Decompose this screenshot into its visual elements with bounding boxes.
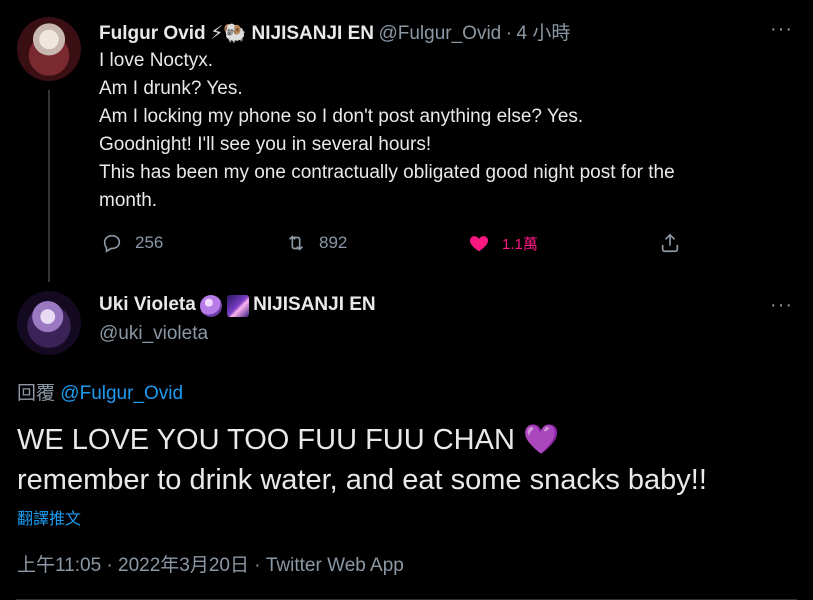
reply-icon xyxy=(103,234,121,253)
tweet1-line: month. xyxy=(99,190,158,211)
milky-way-icon xyxy=(226,294,249,317)
tweet2-more-button[interactable]: ··· xyxy=(770,294,793,317)
tweet1-header: Fulgur Ovid ⚡🐏 NIJISANJI EN @Fulgur_Ovid… xyxy=(99,18,570,45)
retweet-icon xyxy=(288,235,304,251)
tweet1-line: Am I drunk? Yes. xyxy=(99,78,243,99)
retweet-button[interactable]: 892 xyxy=(285,232,347,254)
tweet2-display-name[interactable]: Uki Violeta xyxy=(99,294,196,315)
avatar-uki[interactable] xyxy=(17,291,81,355)
crystal-ball-icon xyxy=(200,294,223,317)
tweet2-line1: WE LOVE YOU TOO FUU FUU CHAN 💜 xyxy=(17,420,707,460)
retweet-count: 892 xyxy=(319,233,348,252)
tweet1-line: Am I locking my phone so I don't post an… xyxy=(99,106,584,127)
tweet1-body: I love Noctyx. Am I drunk? Yes. Am I loc… xyxy=(99,47,789,215)
replying-to-handle[interactable]: @Fulgur_Ovid xyxy=(60,383,183,404)
tweet1-display-name[interactable]: Fulgur Ovid xyxy=(99,23,206,44)
replying-to: 回覆 @Fulgur_Ovid xyxy=(17,378,183,405)
tweet2-body: WE LOVE YOU TOO FUU FUU CHAN 💜 remember … xyxy=(17,420,707,500)
tweet1-affiliation: NIJISANJI EN xyxy=(251,23,374,44)
tweet1-separator: · xyxy=(505,23,513,44)
tweet2-handle[interactable]: @uki_violeta xyxy=(99,323,208,345)
tweet1-line: I love Noctyx. xyxy=(99,50,214,71)
tweet1-handle[interactable]: @Fulgur_Ovid xyxy=(378,23,501,44)
tweet2-timestamp[interactable]: 上午11:05 · 2022年3月20日 · Twitter Web App xyxy=(17,550,404,577)
avatar-fulgur[interactable] xyxy=(17,17,81,81)
tweet2-line1-text: WE LOVE YOU TOO FUU FUU CHAN xyxy=(17,424,515,456)
tweet1-line: This has been my one contractually oblig… xyxy=(99,162,675,183)
tweet1-more-button[interactable]: ··· xyxy=(770,18,793,41)
tweet2-line2: remember to drink water, and eat some sn… xyxy=(17,464,707,496)
like-count: 1.1萬 xyxy=(502,235,538,253)
reply-count: 256 xyxy=(135,233,164,252)
heart-filled-icon xyxy=(469,236,489,252)
like-button[interactable]: 1.1萬 xyxy=(468,232,538,254)
tweet1-badge-emoji: ⚡🐏 xyxy=(210,23,248,44)
replying-to-prefix: 回覆 xyxy=(17,383,56,404)
tweet2-header: Uki Violeta NIJISANJI EN xyxy=(99,294,376,317)
tweet1-time[interactable]: 4 小時 xyxy=(516,23,570,44)
share-icon xyxy=(661,233,679,253)
reply-button[interactable]: 256 xyxy=(101,232,163,254)
thread-connector-line xyxy=(48,90,50,282)
tweet1-line: Goodnight! I'll see you in several hours… xyxy=(99,134,432,155)
tweet2-affiliation: NIJISANJI EN xyxy=(253,294,376,315)
translate-tweet-link[interactable]: 翻譯推文 xyxy=(17,505,81,529)
share-button[interactable] xyxy=(659,232,681,254)
purple-heart-emoji: 💜 xyxy=(522,424,560,456)
